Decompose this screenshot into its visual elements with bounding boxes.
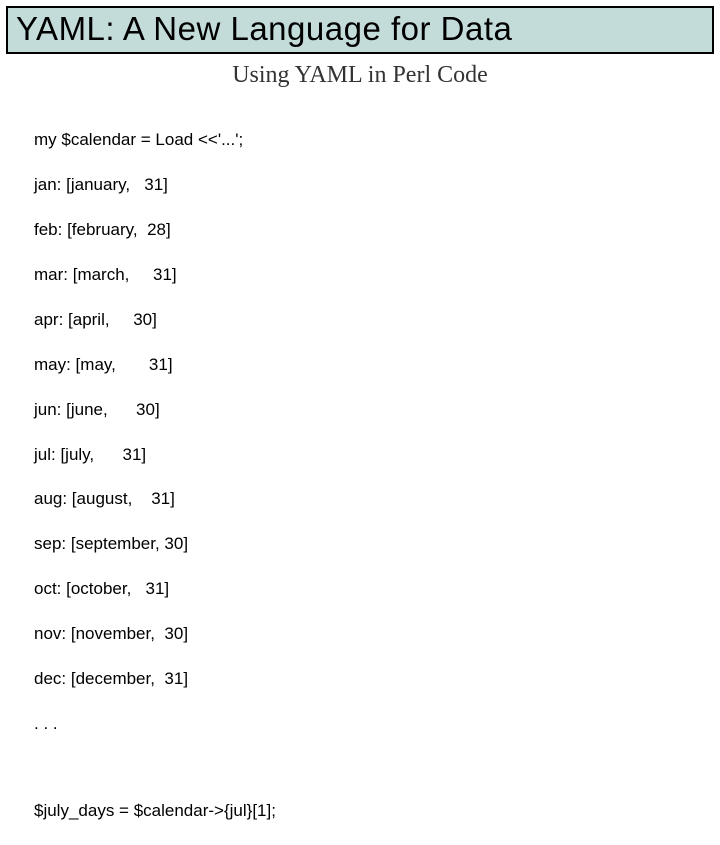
code-example: my $calendar = Load <<'...'; jan: [janua…: [34, 107, 720, 845]
code-line: $july_days = $calendar->{jul}[1];: [34, 800, 720, 822]
code-line: jun: [june, 30]: [34, 399, 720, 421]
code-line: sep: [september, 30]: [34, 533, 720, 555]
slide-title: YAML: A New Language for Data: [16, 10, 704, 48]
code-line: oct: [october, 31]: [34, 578, 720, 600]
code-line: jul: [july, 31]: [34, 444, 720, 466]
code-line: jan: [january, 31]: [34, 174, 720, 196]
code-line: apr: [april, 30]: [34, 309, 720, 331]
code-line: . . .: [34, 713, 720, 735]
code-line: my $calendar = Load <<'...';: [34, 129, 720, 151]
code-line: feb: [february, 28]: [34, 219, 720, 241]
code-line: mar: [march, 31]: [34, 264, 720, 286]
code-line: nov: [november, 30]: [34, 623, 720, 645]
code-line: dec: [december, 31]: [34, 668, 720, 690]
code-line: aug: [august, 31]: [34, 488, 720, 510]
slide-subtitle: Using YAML in Perl Code: [0, 62, 720, 89]
title-bar: YAML: A New Language for Data: [6, 6, 714, 54]
code-line: may: [may, 31]: [34, 354, 720, 376]
